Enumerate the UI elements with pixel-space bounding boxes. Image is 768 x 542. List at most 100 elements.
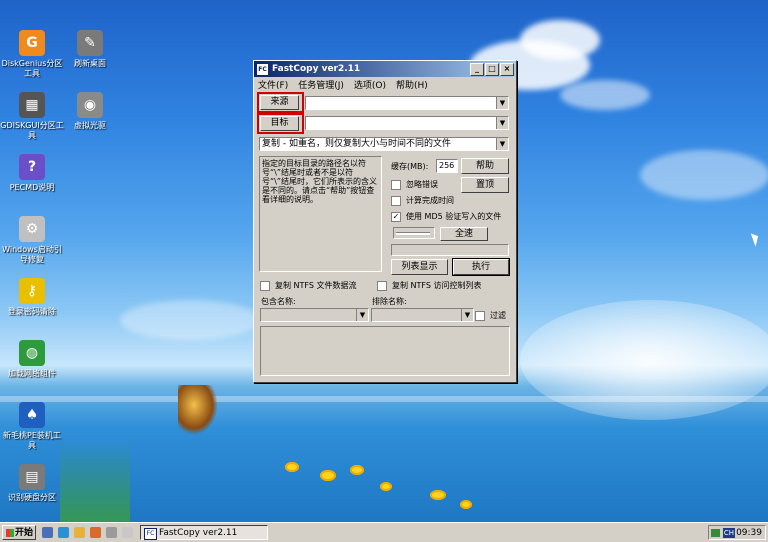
menu-bar: 文件(F) 任务管理(J) 选项(O) 帮助(H) — [254, 77, 516, 92]
butterfly-icon — [178, 385, 218, 435]
copy-mode-select[interactable]: 复制 - 如重名，则仅复制大小与时间不同的文件 ▼ — [259, 137, 509, 151]
flower — [460, 500, 472, 509]
pecmd-help-icon[interactable]: ? — [19, 154, 45, 180]
flower — [285, 462, 299, 472]
quicklaunch-ie-icon[interactable] — [58, 527, 69, 538]
checkbox-box[interactable] — [391, 179, 401, 190]
flower — [350, 465, 364, 475]
slider-track — [396, 232, 430, 235]
menu-file[interactable]: 文件(F) — [258, 78, 288, 91]
windows-boot-repair-icon[interactable]: ⚙ — [19, 216, 45, 242]
desktop-item-label: 虚拟光驱 — [74, 121, 106, 130]
list-button[interactable]: 列表显示 — [391, 259, 448, 275]
desktop-item[interactable]: ⚷ 登录密码清除 — [0, 278, 64, 317]
desktop-item[interactable]: G DiskGenius分区工具 — [0, 30, 64, 79]
dest-input[interactable]: ▼ — [305, 116, 509, 130]
chevron-down-icon[interactable]: ▼ — [461, 309, 473, 321]
maximize-button[interactable]: □ — [485, 63, 499, 76]
cloud — [560, 80, 650, 110]
estimate-time-checkbox[interactable]: 计算完成时间 — [391, 195, 454, 206]
start-label: 开始 — [14, 528, 33, 538]
gdiskgui-icon[interactable]: ▦ — [19, 92, 45, 118]
chevron-down-icon[interactable]: ▼ — [356, 309, 368, 321]
chevron-down-icon[interactable]: ▼ — [496, 117, 508, 129]
grass — [60, 440, 130, 522]
clock[interactable]: 09:39 — [736, 526, 762, 541]
chevron-down-icon[interactable]: ▼ — [496, 97, 508, 109]
help-button[interactable]: 帮助 — [461, 158, 509, 174]
checkbox-box[interactable] — [377, 280, 387, 291]
horizon — [0, 396, 768, 402]
copy-ntfs-streams-label: 复制 NTFS 文件数据流 — [275, 281, 357, 290]
desktop-item[interactable]: ⚙ Windows启动引导修复 — [0, 216, 64, 265]
verify-md5-label: 使用 MD5 验证写入的文件 — [406, 212, 502, 221]
checkbox-box[interactable]: ✓ — [391, 211, 401, 222]
title-bar[interactable]: FC FastCopy ver2.11 _ □ × — [254, 61, 516, 77]
partition-detect-icon[interactable]: ▤ — [19, 464, 45, 490]
top-most-button[interactable]: 置顶 — [461, 177, 509, 193]
checkbox-box[interactable] — [391, 195, 401, 206]
cloud — [120, 300, 260, 340]
desktop-item-label: 加载网络组件 — [8, 369, 56, 378]
clear-desktop-icon[interactable]: ✎ — [77, 30, 103, 56]
fastcopy-app-icon: FC — [257, 63, 268, 75]
fastcopy-window: FC FastCopy ver2.11 _ □ × 文件(F) 任务管理(J) … — [253, 60, 517, 383]
checkbox-box[interactable] — [260, 280, 270, 291]
source-button[interactable]: 来源 — [260, 95, 299, 110]
filter-label: 过滤 — [490, 311, 506, 320]
task-fastcopy[interactable]: FC FastCopy ver2.11 — [140, 525, 268, 540]
exclude-select[interactable]: ▼ — [371, 308, 474, 322]
close-button[interactable]: × — [500, 63, 514, 76]
execute-button[interactable]: 执行 — [452, 258, 510, 276]
sun-glow — [520, 300, 768, 420]
desktop-item[interactable]: ✎ 刷新桌面 — [58, 30, 122, 69]
ime-indicator[interactable]: CH — [723, 528, 735, 538]
quicklaunch-tool-icon[interactable] — [90, 527, 101, 538]
quicklaunch-folder-icon[interactable] — [74, 527, 85, 538]
start-button[interactable]: 开始 — [2, 525, 36, 540]
desktop-item-label: Windows启动引导修复 — [2, 245, 62, 264]
ignore-errors-label: 忽略错误 — [406, 180, 438, 189]
description-text: 指定的目标目录的路径名以符号“\”结尾时或者不是以符号“\”结尾时，它们所表示的… — [259, 156, 382, 272]
quicklaunch-disk-icon[interactable] — [106, 527, 117, 538]
include-select[interactable]: ▼ — [260, 308, 369, 322]
quicklaunch-pen-icon[interactable] — [122, 527, 133, 538]
speed-slider[interactable] — [393, 227, 435, 239]
chevron-down-icon[interactable]: ▼ — [496, 138, 508, 150]
buffer-input[interactable]: 256 — [436, 159, 458, 173]
xinmaotao-pe-icon[interactable]: ♠ — [19, 402, 45, 428]
desktop-item-label: GDISKGUI分区工具 — [0, 121, 64, 140]
speed-button[interactable]: 全速 — [440, 227, 488, 241]
network-icon[interactable] — [711, 529, 720, 537]
desktop-item[interactable]: ◉ 虚拟光驱 — [58, 92, 122, 131]
copy-ntfs-streams-checkbox[interactable]: 复制 NTFS 文件数据流 — [260, 280, 357, 291]
mouse-cursor-icon — [750, 231, 762, 247]
desktop-item[interactable]: ◍ 加载网络组件 — [0, 340, 64, 379]
verify-md5-checkbox[interactable]: ✓ 使用 MD5 验证写入的文件 — [391, 211, 501, 222]
buffer-label: 缓存(MB): — [391, 162, 429, 171]
quicklaunch-desktop-icon[interactable] — [42, 527, 53, 538]
menu-options[interactable]: 选项(O) — [354, 78, 386, 91]
windows-flag-icon — [6, 529, 14, 537]
desktop-item[interactable]: ? PECMD说明 — [0, 154, 64, 193]
desktop-item[interactable]: ▦ GDISKGUI分区工具 — [0, 92, 64, 141]
source-input[interactable]: ▼ — [305, 96, 509, 110]
progress-bar — [391, 244, 509, 256]
desktop-item-label: 刷新桌面 — [74, 59, 106, 68]
diskgenius-icon[interactable]: G — [19, 30, 45, 56]
menu-job[interactable]: 任务管理(J) — [298, 78, 344, 91]
filter-checkbox[interactable]: 过滤 — [475, 310, 506, 321]
menu-help[interactable]: 帮助(H) — [396, 78, 428, 91]
checkbox-box[interactable] — [475, 310, 485, 321]
copy-ntfs-acl-label: 复制 NTFS 访问控制列表 — [392, 281, 482, 290]
exclude-label: 排除名称: — [372, 297, 407, 306]
copy-ntfs-acl-checkbox[interactable]: 复制 NTFS 访问控制列表 — [377, 280, 482, 291]
login-password-clear-icon[interactable]: ⚷ — [19, 278, 45, 304]
dest-button[interactable]: 目标 — [260, 116, 299, 131]
desktop-item[interactable]: ♠ 新毛桃PE装机工具 — [0, 402, 64, 451]
desktop-item[interactable]: ▤ 识别硬盘分区 — [0, 464, 64, 503]
virtual-drive-icon[interactable]: ◉ — [77, 92, 103, 118]
minimize-button[interactable]: _ — [470, 63, 484, 76]
network-component-icon[interactable]: ◍ — [19, 340, 45, 366]
ignore-errors-checkbox[interactable]: 忽略错误 — [391, 179, 438, 190]
